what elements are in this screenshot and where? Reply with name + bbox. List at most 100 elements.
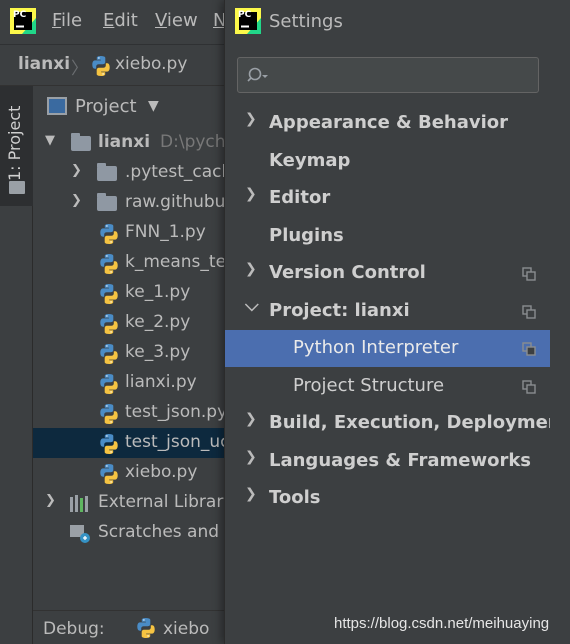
menu-file-rest: ile [61,10,83,31]
settings-nav-python-interpreter[interactable]: Python Interpreter [225,330,550,367]
settings-nav-label: Appearance & Behavior [269,112,509,133]
folder-icon [9,181,25,194]
chevron-right-icon[interactable]: ❯ [245,186,257,202]
settings-nav-label: Build, Execution, Deployment [269,412,570,433]
tree-item-label: FNN_1.py [125,222,206,242]
tree-file[interactable]: lianxi.py [33,368,225,398]
project-scope-icon [522,267,536,281]
tree-item-label: test_json.py [125,402,225,422]
settings-nav-keymap[interactable]: Keymap [225,143,550,180]
tree-file[interactable]: test_json_uc [33,428,225,458]
chevron-down-icon[interactable]: ▼ [148,98,159,114]
settings-nav-plugins[interactable]: Plugins [225,218,550,255]
python-file-icon [99,373,119,395]
project-scope-icon [522,380,536,394]
menu-view[interactable]: View [155,10,198,31]
project-panel-title: Project [75,96,137,117]
python-file-icon [99,403,119,425]
tree-file[interactable]: ke_2.py [33,308,225,338]
settings-nav-label: Tools [269,487,321,508]
settings-title-bar: PC Settings [225,0,570,44]
breadcrumb-project[interactable]: lianxi [18,54,70,74]
settings-title: Settings [269,11,343,32]
breadcrumb-file[interactable]: xiebo.py [115,54,187,74]
python-file-icon [99,433,119,455]
chevron-right-icon: ❯ [71,193,82,208]
tree-item-label: ke_2.py [125,312,191,332]
watermark: https://blog.csdn.net/meihuaying [334,615,550,632]
tree-root-lianxi[interactable]: ▼ lianxi D:\pych [33,128,225,158]
settings-nav-version-control[interactable]: ❯ Version Control [225,255,550,292]
search-icon[interactable] [247,66,269,86]
tree-scratches[interactable]: Scratches and [33,518,225,548]
tree-file[interactable]: ke_3.py [33,338,225,368]
tree-folder[interactable]: ❯ raw.githubu [33,188,225,218]
settings-nav-tools[interactable]: ❯ Tools [225,480,550,517]
menu-edit[interactable]: Edit [103,10,138,31]
tree-file[interactable]: FNN_1.py [33,218,225,248]
chevron-right-icon[interactable]: ❯ [245,261,257,277]
app-logo-text: PC [13,10,27,20]
tree-file[interactable]: xiebo.py [33,458,225,488]
menu-view-rest: iew [166,10,198,31]
project-tool-window-tab[interactable]: 1: Project [0,86,33,206]
project-view-icon [47,97,67,115]
menu-view-mnemonic: V [155,10,167,31]
settings-nav-label: Plugins [269,224,344,246]
tree-file[interactable]: ke_1.py [33,278,225,308]
settings-nav-project-structure[interactable]: Project Structure [225,368,550,405]
settings-scrollbar[interactable] [550,44,570,644]
debug-config-name[interactable]: xiebo [163,619,209,639]
chevron-right-icon: ❯ [71,163,82,178]
tree-file[interactable]: k_means_te [33,248,225,278]
project-tool-window-label: 1: Project [5,105,24,181]
tree-root-label: lianxi D:\pych [98,132,225,152]
folder-icon [97,163,117,181]
tree-folder[interactable]: ❯ .pytest_cach [33,158,225,188]
settings-nav-label: Project Structure [293,374,445,396]
tree-item-label: test_json_uc [125,432,225,452]
tree-item-label: External Librar [98,492,224,512]
settings-search-input[interactable] [237,57,539,93]
tree-item-label: .pytest_cach [125,162,225,182]
project-scope-icon [522,305,536,319]
settings-nav-editor[interactable]: ❯ Editor [225,180,550,217]
tree-file[interactable]: test_json.py [33,398,225,428]
chevron-right-icon[interactable]: ❯ [245,449,257,465]
chevron-right-icon: ❯ [45,493,56,508]
settings-nav-label: Editor [269,187,331,208]
settings-nav-label: Version Control [269,262,426,283]
tree-item-label: k_means_te [125,252,225,272]
tree-item-label: raw.githubu [125,192,225,212]
scratches-icon [70,525,90,543]
project-panel-header[interactable]: Project ▼ [33,86,225,128]
python-run-config-icon [135,617,157,639]
breadcrumb: lianxi 〉 xiebo.py [0,44,225,86]
tree-root-path: D:\pych [160,132,225,152]
tree-external-libraries[interactable]: ❯ External Librar [33,488,225,518]
menu-file[interactable]: File [52,10,82,31]
tree-item-label: ke_1.py [125,282,191,302]
settings-nav-appearance-behavior[interactable]: ❯ Appearance & Behavior [225,105,550,142]
settings-nav-build-execution-deployment[interactable]: ❯ Build, Execution, Deployment [225,405,569,442]
python-file-icon [99,283,119,305]
menu-edit-mnemonic: E [103,10,115,31]
settings-nav-label: Python Interpreter [293,337,459,358]
debug-bar: Debug: xiebo [33,610,225,644]
folder-icon [71,133,91,151]
chevron-right-icon[interactable]: ❯ [245,111,257,127]
debug-label: Debug: [43,619,105,639]
tree-item-label: xiebo.py [125,462,198,482]
python-file-icon [99,313,119,335]
chevron-down-icon[interactable]: ⌵ [245,295,259,316]
settings-nav-languages-frameworks[interactable]: ❯ Languages & Frameworks [225,443,550,480]
settings-nav-project-lianxi[interactable]: ⌵ Project: lianxi [225,293,550,330]
python-file-icon [99,253,119,275]
chevron-right-icon[interactable]: ❯ [245,411,257,427]
settings-nav-label: Keymap [269,149,351,171]
library-icon [70,495,88,512]
chevron-right-icon[interactable]: ❯ [245,486,257,502]
tree-item-label: lianxi.py [125,372,197,392]
menu-file-mnemonic: F [52,10,62,31]
project-scope-icon [522,342,536,356]
